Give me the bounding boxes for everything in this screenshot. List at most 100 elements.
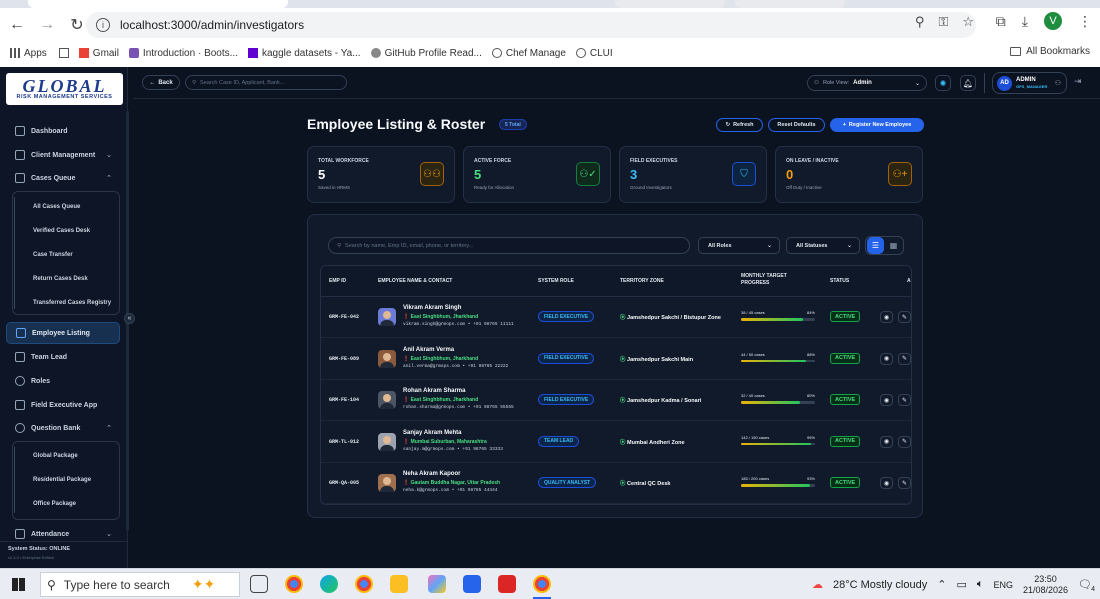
weather-icon[interactable]: ☁ xyxy=(812,578,823,591)
col-territory-zone[interactable]: TERRITORY ZONE xyxy=(620,278,664,285)
table-row[interactable]: GRM-QA-005 Neha Akram Kapoor ❗ Gautam Budd… xyxy=(321,463,911,504)
table-row[interactable]: GRM-FE-089 Anil Akram Verma ❗ East Singhbh… xyxy=(321,339,911,380)
edit-icon[interactable]: ✎ xyxy=(898,352,911,365)
employee-name[interactable]: Neha Akram Kapoor xyxy=(403,471,460,477)
submenu-return-cases-desk[interactable]: Return Cases Desk xyxy=(33,276,88,282)
back-arrow-icon[interactable]: ← xyxy=(4,12,30,38)
volume-icon[interactable]: 🔈︎ xyxy=(977,578,984,591)
view-eye-icon[interactable]: ◉ xyxy=(880,352,893,365)
chevron-up-icon[interactable]: ⌃ xyxy=(937,578,946,591)
submenu-all-cases-queue[interactable]: All Cases Queue xyxy=(33,204,80,210)
browser-tab[interactable] xyxy=(28,0,288,8)
chrome-icon[interactable] xyxy=(285,575,303,593)
wps-icon[interactable] xyxy=(498,575,516,593)
employee-name[interactable]: Anil Akram Verma xyxy=(403,347,454,353)
vscode-icon[interactable] xyxy=(463,575,481,593)
sidebar-item-roles[interactable]: Roles xyxy=(6,371,120,391)
bookmark-bootstrap[interactable]: Introduction · Boots... xyxy=(128,48,238,59)
submenu-case-transfer[interactable]: Case Transfer xyxy=(33,252,73,258)
clock[interactable]: 23:50 21/08/2026 xyxy=(1023,574,1068,596)
all-bookmarks[interactable]: All Bookmarks xyxy=(1010,46,1090,57)
profile-avatar[interactable]: V xyxy=(1044,12,1062,30)
role-view-select[interactable]: ⚇ Role View: Admin ⌄ xyxy=(807,75,927,91)
global-search-input[interactable]: ⚲ Search Case ID, Applicant, Bank... xyxy=(185,75,347,90)
employee-name[interactable]: Rohan Akram Sharma xyxy=(403,388,465,394)
bookmark-clui[interactable]: CLUI xyxy=(575,48,613,59)
employee-name[interactable]: Sanjay Akram Mehta xyxy=(403,430,461,436)
view-eye-icon[interactable]: ◉ xyxy=(880,311,893,323)
bookmark-chef[interactable]: Chef Manage xyxy=(491,48,566,59)
extensions-icon[interactable]: ⧉ xyxy=(996,13,1006,30)
key-icon[interactable]: ⚿ xyxy=(938,14,948,30)
forward-arrow-icon[interactable]: → xyxy=(34,12,60,38)
submenu-office-package[interactable]: Office Package xyxy=(33,501,76,507)
edit-icon[interactable]: ✎ xyxy=(898,477,911,489)
submenu-residential-package[interactable]: Residential Package xyxy=(33,477,91,483)
logout-icon[interactable]: ⇥ xyxy=(1074,76,1082,87)
reset-defaults-button[interactable]: Reset Defaults xyxy=(768,118,825,132)
bookmark-gmail[interactable]: Gmail xyxy=(78,48,119,59)
site-info-icon[interactable]: i xyxy=(96,18,110,32)
back-button[interactable]: ← Back xyxy=(142,75,180,90)
view-eye-icon[interactable]: ◉ xyxy=(880,435,893,448)
bookmark-apps[interactable]: Apps xyxy=(10,48,47,59)
roles-filter-select[interactable]: All Roles ⌄ xyxy=(698,237,780,254)
col-emp-id[interactable]: EMP ID xyxy=(329,278,346,285)
battery-icon[interactable]: ▭ xyxy=(956,578,966,591)
task-view-icon[interactable] xyxy=(250,575,268,593)
chrome-icon[interactable] xyxy=(533,575,551,593)
sidebar-item-question-bank[interactable]: Question Bank ⌃ xyxy=(6,418,120,438)
view-eye-icon[interactable]: ◉ xyxy=(880,477,893,489)
theme-toggle-icon[interactable]: ✺ xyxy=(935,75,951,91)
app-icon[interactable] xyxy=(428,575,446,593)
chrome-icon[interactable] xyxy=(355,575,373,593)
download-icon[interactable]: ⤓ xyxy=(1022,13,1028,30)
notification-icon[interactable]: 🗨︎ 4 xyxy=(1078,578,1095,593)
submenu-verified-cases-desk[interactable]: Verified Cases Desk xyxy=(33,228,90,234)
browser-tab[interactable] xyxy=(735,0,845,8)
edit-icon[interactable]: ✎ xyxy=(898,394,911,406)
file-explorer-icon[interactable] xyxy=(390,575,408,593)
col-system-role[interactable]: SYSTEM ROLE xyxy=(538,278,574,285)
table-row[interactable]: GRM-FE-104 Rohan Akram Sharma ❗ East Singh… xyxy=(321,380,911,421)
submenu-global-package[interactable]: Global Package xyxy=(33,453,78,459)
col-name-contact[interactable]: EMPLOYEE NAME & CONTACT xyxy=(378,278,452,285)
weather-text[interactable]: 28°C Mostly cloudy xyxy=(833,579,927,591)
table-row[interactable]: GRM-TL-012 Sanjay Akram Mehta ❗ Mumbai Sub… xyxy=(321,422,911,463)
employee-name[interactable]: Vikram Akram Singh xyxy=(403,305,461,311)
sidebar-item-field-executive-app[interactable]: Field Executive App xyxy=(6,395,120,415)
bookmark-github[interactable]: GitHub Profile Read... xyxy=(370,48,482,59)
edit-icon[interactable]: ✎ xyxy=(898,435,911,448)
sidebar-item-team-lead[interactable]: Team Lead xyxy=(6,347,120,367)
edit-icon[interactable]: ✎ xyxy=(898,311,911,323)
zoom-icon[interactable]: ⚲ xyxy=(915,14,925,30)
bookmark-grid[interactable] xyxy=(58,48,69,58)
view-eye-icon[interactable]: ◉ xyxy=(880,394,893,406)
bookmark-kaggle[interactable]: kaggle datasets - Ya... xyxy=(247,48,361,59)
language-indicator[interactable]: ENG xyxy=(993,580,1013,590)
grid-view-icon[interactable]: ▦ xyxy=(885,237,902,254)
browser-tab[interactable] xyxy=(615,0,725,8)
collapse-sidebar-icon[interactable]: « xyxy=(124,313,135,324)
refresh-button[interactable]: ↻ Refresh xyxy=(716,118,763,132)
register-employee-button[interactable]: + Register New Employee xyxy=(830,118,924,132)
menu-dots-icon[interactable]: ⋮ xyxy=(1078,13,1092,30)
sidebar-item-dashboard[interactable]: Dashboard xyxy=(6,121,120,141)
sidebar-item-employee-listing[interactable]: Employee Listing xyxy=(6,322,120,344)
col-status[interactable]: STATUS xyxy=(830,278,849,285)
list-view-icon[interactable]: ☰ xyxy=(867,237,884,254)
employee-search-input[interactable]: ⚲ Search by name, Emp ID, email, phone, o… xyxy=(328,237,690,254)
notification-bell-icon[interactable]: 🔔︎ xyxy=(960,75,976,91)
taskbar-search[interactable]: ⚲ Type here to search ✦✦ xyxy=(40,572,240,597)
edge-icon[interactable] xyxy=(320,575,338,593)
status-filter-select[interactable]: All Statuses ⌄ xyxy=(786,237,860,254)
col-target-progress[interactable]: MONTHLY TARGET PROGRESS xyxy=(741,273,801,287)
submenu-transferred-cases-registry[interactable]: Transferred Cases Registry xyxy=(33,300,111,306)
windows-start-icon[interactable] xyxy=(12,578,25,591)
sidebar-item-cases-queue[interactable]: Cases Queue ⌃ xyxy=(6,168,120,188)
company-logo[interactable]: GLOBAL RISK MANAGEMENT SERVICES xyxy=(6,73,123,105)
user-menu[interactable]: AD ADMIN OPS_MANAGER ⚇ xyxy=(992,72,1067,94)
star-icon[interactable]: ☆ xyxy=(962,14,974,30)
sidebar-item-client-management[interactable]: Client Management ⌄ xyxy=(6,145,120,165)
address-bar[interactable]: i localhost:3000/admin/investigators xyxy=(86,12,976,38)
